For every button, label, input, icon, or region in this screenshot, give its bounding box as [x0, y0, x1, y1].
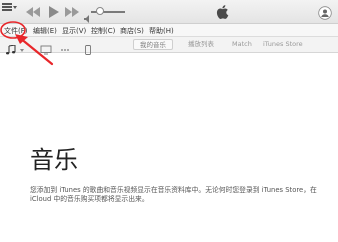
menu-store[interactable]: 商店(S): [120, 26, 144, 36]
menu-help[interactable]: 帮助(H): [149, 26, 174, 36]
rewind-icon[interactable]: [24, 5, 42, 19]
tab-match[interactable]: Match: [232, 39, 252, 50]
library-description: 您添加到 iTunes 的歌曲和音乐视频显示在音乐资料库中。无论何时您登录到 i…: [30, 186, 317, 203]
media-bar: 我的音乐 播放列表 Match iTunes Store: [0, 37, 338, 55]
more-icon[interactable]: [59, 40, 71, 51]
menu-file[interactable]: 文件(F): [4, 26, 28, 36]
player-toolbar: [0, 0, 338, 24]
music-note-icon[interactable]: [5, 40, 17, 55]
menu-edit[interactable]: 编辑(E): [33, 26, 57, 36]
menu-controls[interactable]: 控制(C): [91, 26, 115, 36]
fast-forward-icon[interactable]: [63, 5, 81, 19]
user-icon[interactable]: [318, 5, 332, 20]
tv-icon[interactable]: [40, 40, 52, 55]
apple-icon: [214, 3, 232, 21]
tab-itunes-store[interactable]: iTunes Store: [263, 39, 303, 50]
media-dropdown-icon[interactable]: [19, 40, 31, 52]
volume-slider-thumb[interactable]: [95, 7, 104, 15]
menu-view[interactable]: 显示(V): [62, 26, 86, 36]
volume-icon: [84, 8, 89, 23]
play-icon[interactable]: [44, 5, 62, 19]
device-icon[interactable]: [82, 40, 94, 55]
tab-my-music[interactable]: 我的音乐: [133, 39, 173, 50]
page-title: 音乐: [30, 146, 78, 174]
menu-icon[interactable]: [2, 3, 17, 11]
tab-playlists[interactable]: 播放列表: [188, 39, 214, 50]
menu-bar: 文件(F) 编辑(E) 显示(V) 控制(C) 商店(S) 帮助(H): [0, 24, 338, 37]
